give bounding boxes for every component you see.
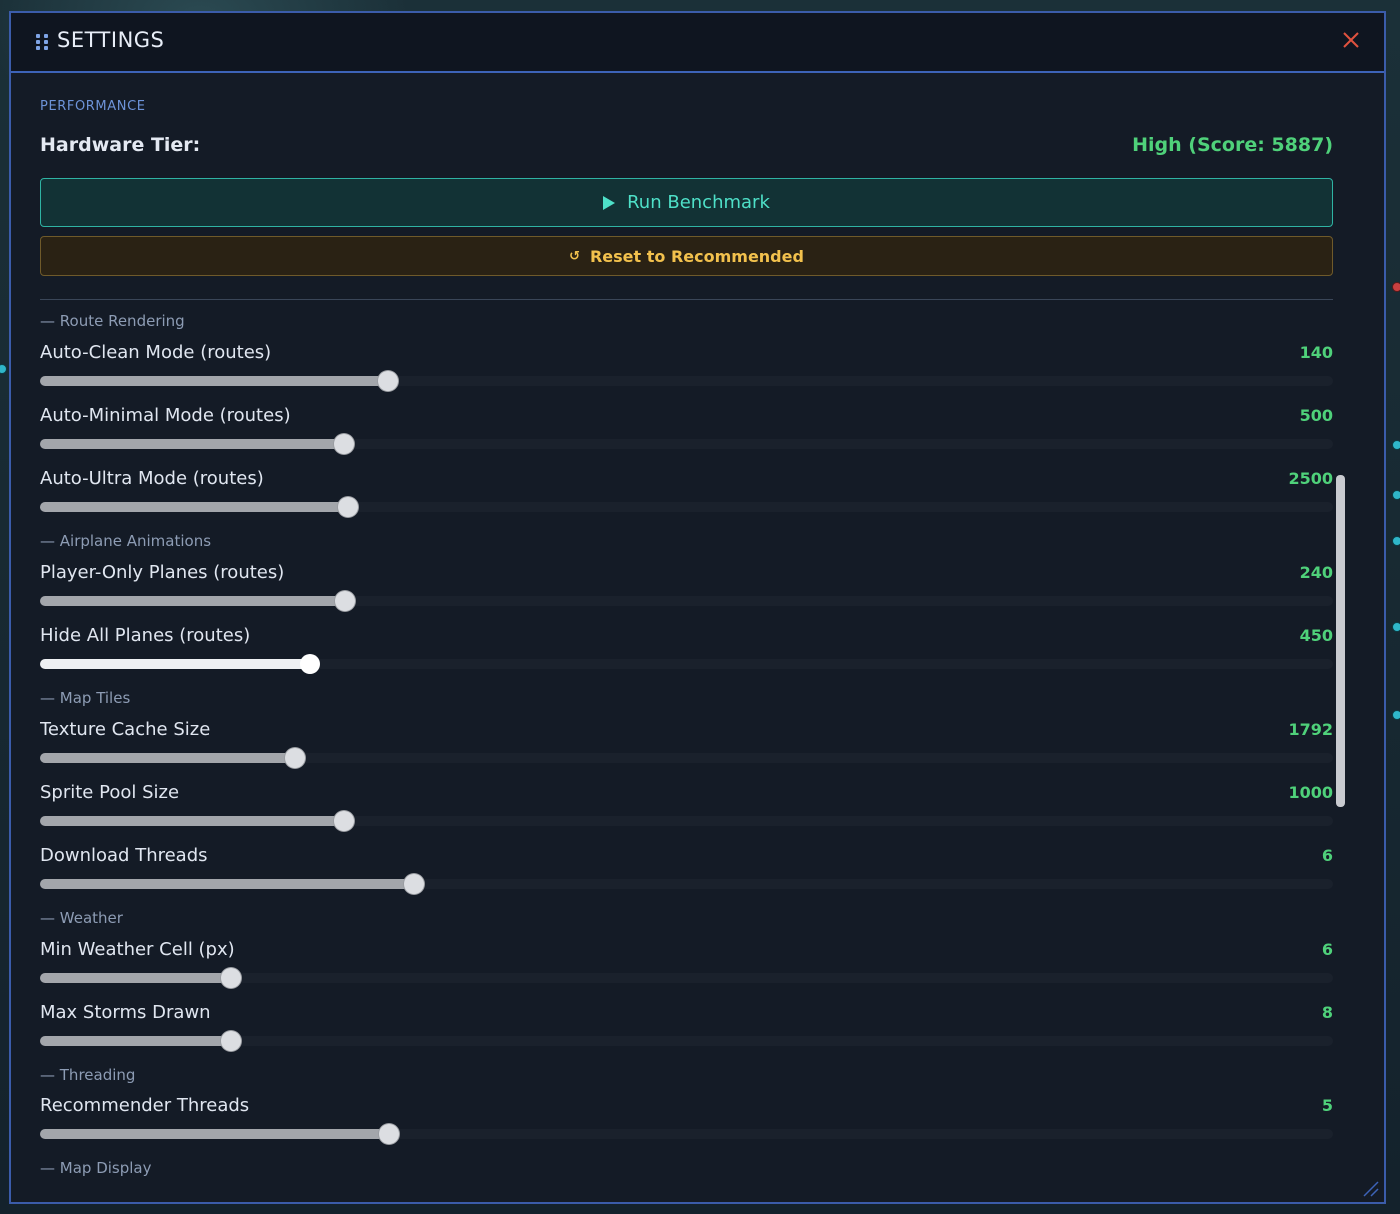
slider-value: 8 <box>1321 1003 1333 1022</box>
slider-player-only-planes[interactable] <box>40 591 1333 611</box>
slider-thumb[interactable] <box>285 748 305 768</box>
close-icon[interactable] <box>1342 31 1360 49</box>
slider-value: 140 <box>1299 343 1333 362</box>
slider-texture-cache-size[interactable] <box>40 748 1333 768</box>
play-icon <box>603 195 616 210</box>
slider-fill <box>40 753 295 763</box>
slider-auto-ultra[interactable] <box>40 497 1333 517</box>
slider-thumb[interactable] <box>334 434 354 454</box>
reset-icon: ↺ <box>569 248 580 264</box>
slider-thumb[interactable] <box>221 1031 241 1051</box>
slider-thumb[interactable] <box>379 1124 399 1144</box>
slider-value: 1792 <box>1288 720 1333 739</box>
run-benchmark-label: Run Benchmark <box>627 192 770 213</box>
slider-label: Texture Cache Size <box>40 719 211 740</box>
run-benchmark-button[interactable]: Run Benchmark <box>40 178 1333 227</box>
slider-value: 240 <box>1299 563 1333 582</box>
reset-label: Reset to Recommended <box>589 246 804 266</box>
slider-value: 2500 <box>1288 469 1333 488</box>
group-label-route-rendering: — Route Rendering <box>40 312 185 330</box>
map-marker <box>1392 282 1400 292</box>
group-label-map-tiles: — Map Tiles <box>40 689 131 707</box>
slider-fill <box>40 1036 231 1046</box>
slider-fill <box>40 596 345 606</box>
slider-thumb[interactable] <box>300 654 320 674</box>
title-bar[interactable]: SETTINGS <box>11 13 1384 73</box>
hardware-tier-label: Hardware Tier: <box>40 134 201 156</box>
section-label-performance: PERFORMANCE <box>40 99 146 114</box>
settings-window: SETTINGS PERFORMANCE Hardware Tier: High… <box>9 11 1386 1204</box>
slider-sprite-pool-size[interactable] <box>40 811 1333 831</box>
resize-handle-icon[interactable] <box>1358 1176 1380 1198</box>
group-label-map-display: — Map Display <box>40 1159 152 1177</box>
slider-auto-minimal[interactable] <box>40 434 1333 454</box>
slider-fill <box>40 816 344 826</box>
slider-max-storms-drawn[interactable] <box>40 1031 1333 1051</box>
drag-handle-icon[interactable] <box>36 34 48 50</box>
map-marker <box>1392 536 1400 546</box>
slider-hide-all-planes[interactable] <box>40 654 1333 674</box>
map-marker <box>0 364 7 374</box>
slider-auto-clean[interactable] <box>40 371 1333 391</box>
slider-thumb[interactable] <box>335 591 355 611</box>
slider-fill <box>40 973 231 983</box>
slider-fill <box>40 502 348 512</box>
slider-thumb[interactable] <box>378 371 398 391</box>
slider-label: Auto-Minimal Mode (routes) <box>40 405 291 426</box>
slider-download-threads[interactable] <box>40 874 1333 894</box>
slider-label: Auto-Clean Mode (routes) <box>40 342 272 363</box>
group-label-airplane-animations: — Airplane Animations <box>40 532 212 550</box>
slider-fill <box>40 659 310 669</box>
group-label-weather: — Weather <box>40 909 123 927</box>
slider-thumb[interactable] <box>404 874 424 894</box>
slider-thumb[interactable] <box>334 811 354 831</box>
slider-value: 5 <box>1321 1096 1333 1115</box>
slider-label: Min Weather Cell (px) <box>40 939 235 960</box>
map-marker <box>1392 622 1400 632</box>
divider <box>40 299 1333 300</box>
slider-label: Sprite Pool Size <box>40 782 180 803</box>
settings-content: PERFORMANCE Hardware Tier: High (Score: … <box>40 85 1333 1195</box>
slider-thumb[interactable] <box>221 968 241 988</box>
slider-value: 6 <box>1321 846 1333 865</box>
slider-min-weather-cell[interactable] <box>40 968 1333 988</box>
slider-label: Max Storms Drawn <box>40 1002 211 1023</box>
slider-fill <box>40 376 388 386</box>
scrollbar-thumb[interactable] <box>1336 475 1345 807</box>
map-marker <box>1392 490 1400 500</box>
window-title: SETTINGS <box>57 28 165 52</box>
slider-recommender-threads[interactable] <box>40 1124 1333 1144</box>
slider-value: 450 <box>1299 626 1333 645</box>
slider-label: Recommender Threads <box>40 1095 250 1116</box>
slider-label: Download Threads <box>40 845 208 866</box>
slider-value: 500 <box>1299 406 1333 425</box>
slider-thumb[interactable] <box>338 497 358 517</box>
slider-fill <box>40 1129 389 1139</box>
slider-fill <box>40 439 344 449</box>
slider-label: Hide All Planes (routes) <box>40 625 251 646</box>
slider-label: Player-Only Planes (routes) <box>40 562 285 583</box>
group-label-threading: — Threading <box>40 1066 136 1084</box>
slider-fill <box>40 879 414 889</box>
slider-value: 1000 <box>1288 783 1333 802</box>
map-marker <box>1392 440 1400 450</box>
hardware-tier-value: High (Score: 5887) <box>1132 134 1333 156</box>
map-marker <box>1392 710 1400 720</box>
reset-to-recommended-button[interactable]: ↺ Reset to Recommended <box>40 236 1333 276</box>
slider-value: 6 <box>1321 940 1333 959</box>
slider-label: Auto-Ultra Mode (routes) <box>40 468 264 489</box>
